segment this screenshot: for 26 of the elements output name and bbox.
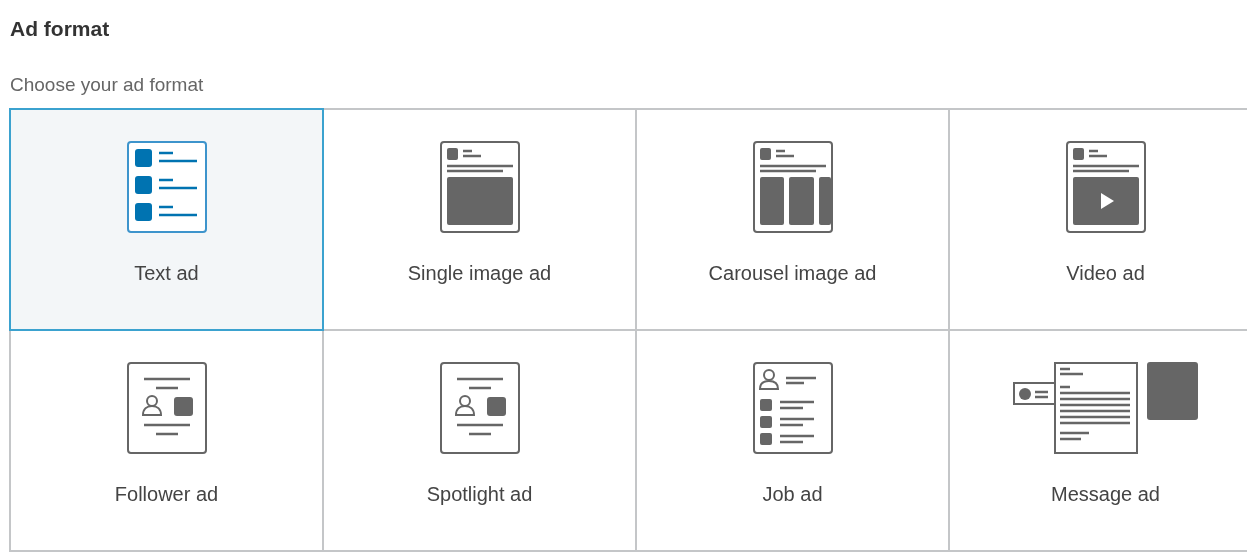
ad-format-option[interactable]: Single image ad [324,110,635,329]
ad-format-label: Text ad [134,261,199,285]
ad-format-label: Job ad [762,482,823,506]
ad-format-label: Carousel image ad [708,261,877,285]
profile-card-icon [126,362,207,454]
ad-format-label: Video ad [1066,261,1145,285]
ad-format-option[interactable]: Spotlight ad [324,331,635,550]
profile-card-icon [439,362,520,454]
section-title: Ad format [9,16,111,42]
ad-format-option[interactable]: Message ad [950,331,1247,550]
ad-format-option[interactable]: Carousel image ad [637,110,948,329]
ad-format-option[interactable]: Video ad [950,110,1247,329]
video-post-icon [1065,141,1146,233]
ad-format-label: Message ad [1051,482,1160,506]
ad-format-option[interactable]: Job ad [637,331,948,550]
ad-format-label: Single image ad [407,261,552,285]
ad-format-label: Spotlight ad [426,482,533,506]
ad-format-option[interactable]: Text ad [11,110,322,329]
job-list-icon [752,362,833,454]
carousel-post-icon [752,141,833,233]
ad-format-label: Follower ad [114,482,219,506]
section-subtitle: Choose your ad format [10,74,205,96]
image-post-icon [439,141,520,233]
ad-format-option[interactable]: Follower ad [11,331,322,550]
text-list-icon [126,141,207,233]
message-document-icon [1013,362,1198,454]
